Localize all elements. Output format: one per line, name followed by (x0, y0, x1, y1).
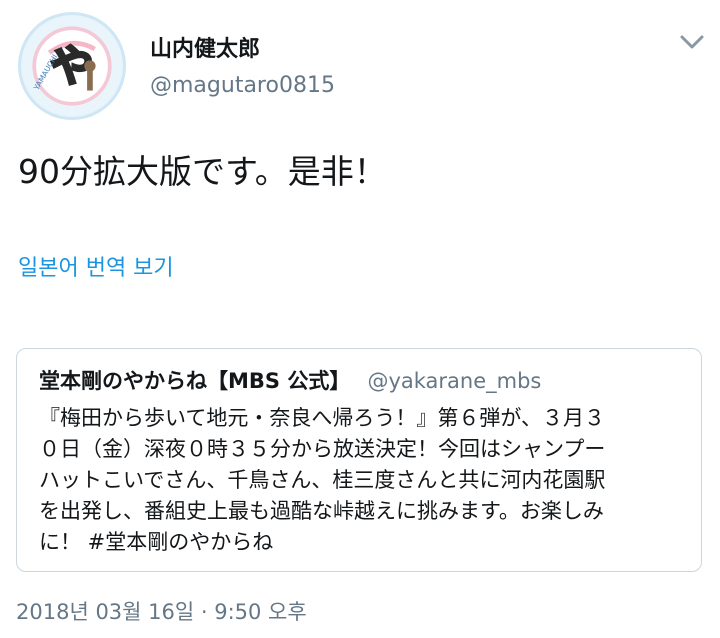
chevron-down-icon[interactable] (674, 30, 710, 54)
avatar[interactable]: や YAMAUCHI (18, 12, 126, 120)
quoted-text-line: 『梅田から歩いて地元・奈良へ帰ろう！』第６弾が、３月３ (39, 406, 605, 430)
tweet-timestamp[interactable]: 2018년 03월 16일 · 9:50 오후 (16, 598, 307, 626)
tweet-text: 90分拡大版です。是非！ (18, 152, 387, 191)
avatar-image: や YAMAUCHI (22, 16, 122, 116)
quoted-author-handle: @yakarane_mbs (367, 369, 542, 393)
quoted-text-line: を出発し、番組史上最も過酷な峠越えに挑みます。お楽しみ (39, 499, 604, 523)
quoted-author-name: 堂本剛のやからね【MBS 公式】 (39, 369, 351, 393)
author-name[interactable]: 山内健太郎 (150, 36, 260, 64)
translate-link[interactable]: 일본어 번역 보기 (18, 254, 174, 284)
quoted-text-line: ハットこいでさん、千鳥さん、桂三度さんと共に河内花園駅 (39, 468, 606, 492)
author-handle[interactable]: @magutaro0815 (150, 72, 335, 100)
quoted-text-line: に！ #堂本剛のやからね (39, 530, 274, 554)
quoted-text-line: ０日（金）深夜０時３５分から放送決定！今回はシャンプー (39, 437, 606, 461)
quoted-tweet-text: 『梅田から歩いて地元・奈良へ帰ろう！』第６弾が、３月３ ０日（金）深夜０時３５分… (39, 403, 685, 558)
quoted-tweet-card[interactable]: 堂本剛のやからね【MBS 公式】 @yakarane_mbs 『梅田から歩いて地… (16, 348, 702, 572)
quoted-tweet-header: 堂本剛のやからね【MBS 公式】 @yakarane_mbs (39, 367, 541, 397)
